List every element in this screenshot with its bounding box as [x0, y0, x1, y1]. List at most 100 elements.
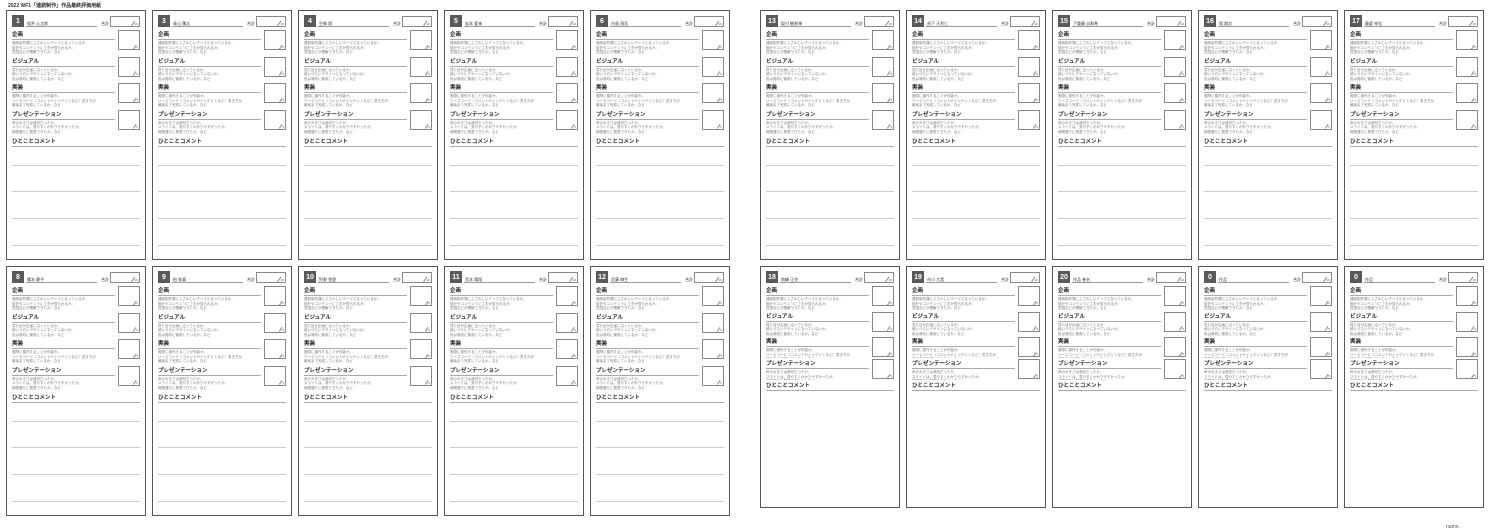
section-score-input[interactable]: 5 [556, 313, 578, 333]
section-score-input[interactable]: 5 [1456, 83, 1478, 103]
student-name-field[interactable]: 武藤 琳生 [610, 273, 681, 283]
section-score-input[interactable]: 5 [410, 286, 432, 306]
student-name-field[interactable]: 藤倉 祥佳 [1364, 17, 1435, 27]
total-score-input[interactable]: 20 [864, 16, 894, 27]
comment-writing-area[interactable] [596, 149, 724, 255]
comment-writing-area[interactable] [158, 149, 286, 255]
comment-writing-area[interactable] [1204, 149, 1332, 255]
total-score-input[interactable]: 20 [402, 16, 432, 27]
section-score-input[interactable]: 5 [1310, 312, 1332, 332]
section-score-input[interactable]: 5 [118, 30, 140, 50]
section-score-input[interactable]: 5 [118, 366, 140, 386]
section-score-input[interactable]: 5 [1310, 359, 1332, 379]
section-score-input[interactable]: 5 [702, 366, 724, 386]
section-score-input[interactable]: 5 [702, 30, 724, 50]
section-score-input[interactable]: 5 [702, 57, 724, 77]
section-score-input[interactable]: 5 [1164, 110, 1186, 130]
total-score-input[interactable]: 20 [256, 16, 286, 27]
section-score-input[interactable]: 5 [1310, 110, 1332, 130]
total-score-input[interactable]: 20 [1010, 16, 1040, 27]
section-score-input[interactable]: 5 [264, 339, 286, 359]
section-score-input[interactable]: 5 [1456, 286, 1478, 306]
section-score-input[interactable]: 5 [1164, 30, 1186, 50]
section-score-input[interactable]: 5 [410, 339, 432, 359]
student-name-field[interactable]: 生駒 翔 [318, 17, 389, 27]
total-score-input[interactable]: 20 [110, 272, 140, 283]
comment-writing-area[interactable] [450, 149, 578, 255]
student-name-field[interactable]: 作品 [1218, 273, 1289, 283]
comment-writing-area[interactable] [450, 405, 578, 511]
section-score-input[interactable]: 5 [1018, 110, 1040, 130]
total-score-input[interactable]: 20 [864, 272, 894, 283]
total-score-input[interactable]: 20 [548, 16, 578, 27]
section-score-input[interactable]: 5 [1456, 57, 1478, 77]
section-score-input[interactable]: 5 [1310, 286, 1332, 306]
section-score-input[interactable]: 5 [410, 57, 432, 77]
total-score-input[interactable]: 20 [548, 272, 578, 283]
comment-writing-area[interactable] [304, 405, 432, 511]
section-score-input[interactable]: 5 [1164, 359, 1186, 379]
section-score-input[interactable]: 5 [264, 366, 286, 386]
comment-writing-area[interactable] [1350, 149, 1478, 255]
student-name-field[interactable]: 宮本 陽翔 [464, 273, 535, 283]
section-score-input[interactable]: 5 [1456, 30, 1478, 50]
section-score-input[interactable]: 5 [1018, 83, 1040, 103]
section-score-input[interactable]: 5 [264, 110, 286, 130]
student-name-field[interactable]: 狩野 弦登 [318, 273, 389, 283]
section-score-input[interactable]: 5 [410, 366, 432, 386]
section-score-input[interactable]: 5 [410, 313, 432, 333]
total-score-input[interactable]: 20 [1156, 16, 1186, 27]
section-score-input[interactable]: 5 [118, 57, 140, 77]
section-score-input[interactable]: 5 [872, 110, 894, 130]
comment-writing-area[interactable] [304, 149, 432, 255]
section-score-input[interactable]: 5 [264, 57, 286, 77]
section-score-input[interactable]: 5 [872, 359, 894, 379]
student-name-field[interactable]: 柏 和真 [172, 273, 243, 283]
section-score-input[interactable]: 5 [556, 57, 578, 77]
student-name-field[interactable]: 櫻本 慶平 [26, 273, 97, 283]
student-name-field[interactable]: 下重藤 自和希 [1072, 17, 1143, 27]
section-score-input[interactable]: 5 [1310, 337, 1332, 357]
section-score-input[interactable]: 5 [264, 30, 286, 50]
section-score-input[interactable]: 5 [1018, 30, 1040, 50]
student-name-field[interactable]: 作品 巻名 [1072, 273, 1143, 283]
section-score-input[interactable]: 5 [264, 83, 286, 103]
student-name-field[interactable]: 岩本 愛来 [464, 17, 535, 27]
section-score-input[interactable]: 5 [556, 366, 578, 386]
student-name-field[interactable]: 作品 [1364, 273, 1435, 283]
section-score-input[interactable]: 5 [702, 83, 724, 103]
section-score-input[interactable]: 5 [702, 313, 724, 333]
section-score-input[interactable]: 5 [556, 110, 578, 130]
total-score-input[interactable]: 20 [694, 272, 724, 283]
section-score-input[interactable]: 5 [1456, 337, 1478, 357]
section-score-input[interactable]: 5 [556, 286, 578, 306]
comment-writing-area[interactable] [12, 149, 140, 255]
section-score-input[interactable]: 5 [872, 30, 894, 50]
total-score-input[interactable]: 20 [1010, 272, 1040, 283]
section-score-input[interactable]: 5 [1164, 83, 1186, 103]
section-score-input[interactable]: 5 [118, 313, 140, 333]
student-name-field[interactable]: 貞下 天利仁 [926, 17, 997, 27]
section-score-input[interactable]: 5 [1018, 359, 1040, 379]
student-name-field[interactable]: 坂付 観那果 [780, 17, 851, 27]
total-score-input[interactable]: 20 [1302, 272, 1332, 283]
section-score-input[interactable]: 5 [1310, 57, 1332, 77]
section-score-input[interactable]: 5 [872, 83, 894, 103]
section-score-input[interactable]: 5 [872, 286, 894, 306]
section-score-input[interactable]: 5 [118, 110, 140, 130]
student-name-field[interactable]: 相 剛次 [1218, 17, 1289, 27]
section-score-input[interactable]: 5 [264, 313, 286, 333]
comment-writing-area[interactable] [912, 149, 1040, 255]
comment-writing-area[interactable] [12, 405, 140, 511]
total-score-input[interactable]: 20 [694, 16, 724, 27]
section-score-input[interactable]: 5 [1456, 359, 1478, 379]
section-score-input[interactable]: 5 [410, 83, 432, 103]
section-score-input[interactable]: 5 [1310, 83, 1332, 103]
section-score-input[interactable]: 5 [872, 312, 894, 332]
section-score-input[interactable]: 5 [872, 337, 894, 357]
section-score-input[interactable]: 5 [118, 83, 140, 103]
comment-writing-area[interactable] [596, 405, 724, 511]
comment-writing-area[interactable] [158, 405, 286, 511]
student-name-field[interactable]: 市川 大貴 [926, 273, 997, 283]
section-score-input[interactable]: 5 [118, 339, 140, 359]
